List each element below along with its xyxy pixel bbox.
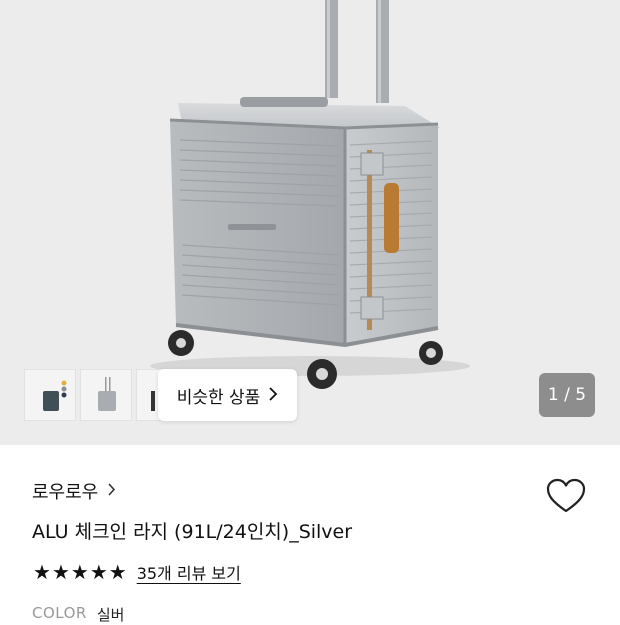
color-label: COLOR <box>32 604 87 622</box>
rating-row: ★ ★ ★ ★ ★ 35개 리뷰 보기 <box>33 560 241 584</box>
star-filled-icon: ★ <box>70 560 89 584</box>
brand-link[interactable]: 로우로우 <box>32 478 116 504</box>
similar-products-label: 비슷한 상품 <box>176 387 261 408</box>
color-option-row: COLOR 실버 <box>32 604 124 625</box>
suitcase-thumbnail-icon <box>43 380 67 411</box>
suitcase-thumbnail-icon <box>151 391 155 411</box>
review-link[interactable]: 35개 리뷰 보기 <box>137 560 241 584</box>
star-filled-icon: ★ <box>89 560 108 584</box>
star-filled-icon: ★ <box>51 560 70 584</box>
star-filled-icon: ★ <box>108 560 127 584</box>
similar-products-button[interactable]: 비슷한 상품 <box>158 369 297 421</box>
star-filled-icon: ★ <box>33 560 51 584</box>
thumbnail-strip <box>24 369 176 421</box>
heart-outline-icon <box>546 478 586 513</box>
brand-name: 로우로우 <box>32 482 99 503</box>
like-button[interactable] <box>545 477 587 515</box>
product-title: ALU 체크인 라지 (91L/24인치)_Silver <box>32 521 353 543</box>
product-image-gallery[interactable]: 비슷한 상품 1 / 5 <box>0 0 620 445</box>
chevron-right-icon <box>107 482 116 500</box>
rating-stars: ★ ★ ★ ★ ★ <box>33 562 127 582</box>
thumbnail-1[interactable] <box>24 369 76 421</box>
suitcase-thumbnail-icon <box>98 377 116 411</box>
thumbnail-2[interactable] <box>80 369 132 421</box>
chevron-right-icon <box>268 386 278 405</box>
color-value: 실버 <box>96 606 125 624</box>
image-counter: 1 / 5 <box>539 373 595 417</box>
